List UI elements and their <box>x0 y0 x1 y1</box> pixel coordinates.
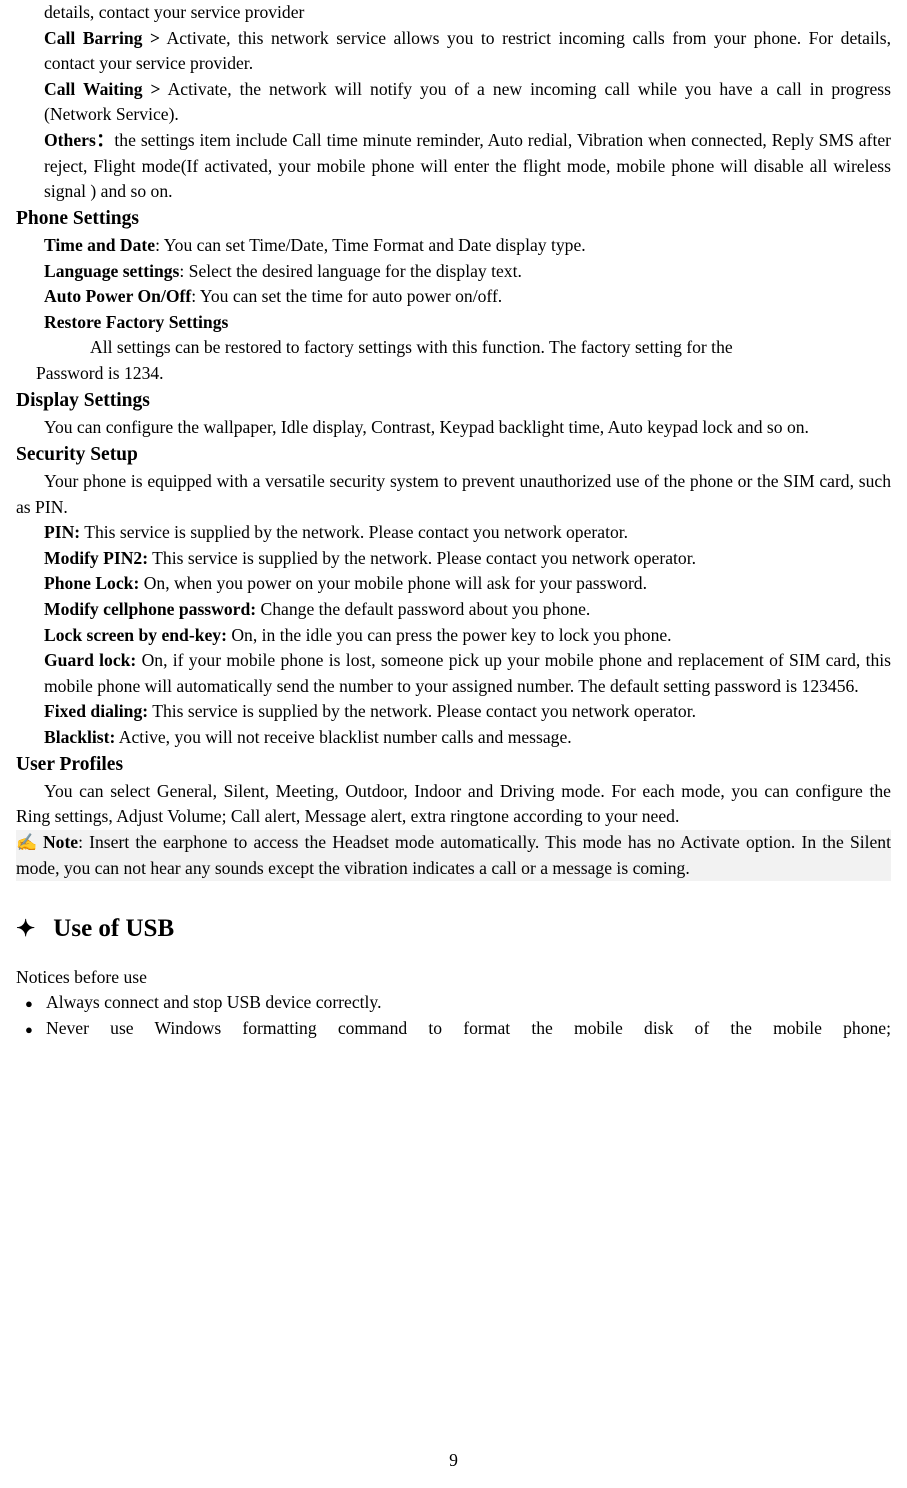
call-setting-item: Others：the settings item include Call ti… <box>16 128 891 205</box>
term-text: This service is supplied by the network.… <box>148 547 696 568</box>
term-label: Blacklist: <box>44 726 116 747</box>
pencil-note-icon: ✍ <box>16 833 39 853</box>
usb-bullet-text: Never use Windows formatting command to … <box>46 1017 891 1038</box>
user-profiles-body: You can select General, Silent, Meeting,… <box>16 780 891 827</box>
note-block: ✍ Note: Insert the earphone to access the… <box>16 830 891 882</box>
term-text: On, if your mobile phone is lost, someon… <box>44 650 892 696</box>
security-item: Lock screen by end-key: On, in the idle … <box>16 623 891 649</box>
phone-setting-item: Auto Power On/Off: You can set the time … <box>16 284 891 310</box>
term-label: Fixed dialing: <box>44 701 149 722</box>
term-label: Guard lock: <box>44 650 137 671</box>
round-bullet-icon: ● <box>25 996 33 1012</box>
term-text: Activate, the network will notify you of… <box>44 78 891 125</box>
term-label: Phone Lock: <box>44 573 140 594</box>
usb-intro: Notices before use <box>16 966 147 987</box>
term-text: On, when you power on your mobile phone … <box>139 573 648 594</box>
term-label: Modify PIN2: <box>44 547 149 568</box>
note-text: : Insert the earphone to access the Head… <box>16 832 891 878</box>
usb-section-heading-row: ✦ Use of USB <box>16 911 891 947</box>
usb-bullet-item: ● Always connect and stop USB device cor… <box>16 990 891 1016</box>
term-text: On, in the idle you can press the power … <box>226 624 672 645</box>
term-label: Time and Date <box>44 235 156 256</box>
phone-settings-heading: Phone Settings <box>16 207 139 229</box>
continued-line: details, contact your service provider <box>44 2 305 22</box>
document-page: details, contact your service provider C… <box>0 0 907 1488</box>
diamond-bullet-icon: ✦ <box>16 916 36 942</box>
term-label: Lock screen by end-key: <box>44 624 227 645</box>
security-setup-heading: Security Setup <box>16 443 138 465</box>
security-item: Guard lock: On, if your mobile phone is … <box>16 648 891 699</box>
term-label: Restore Factory Settings <box>44 311 229 332</box>
user-profiles-heading: User Profiles <box>16 753 124 775</box>
usb-section-heading: Use of USB <box>53 915 175 943</box>
term-text: : Select the desired language for the di… <box>179 260 522 281</box>
display-settings-body: You can configure the wallpaper, Idle di… <box>44 417 809 438</box>
term-label: Language settings <box>44 260 180 281</box>
usb-bullet-text: Always connect and stop USB device corre… <box>46 992 382 1013</box>
phone-setting-item: Time and Date: You can set Time/Date, Ti… <box>16 233 891 259</box>
term-label: Auto Power On/Off <box>44 286 192 307</box>
security-setup-body: Your phone is equipped with a versatile … <box>16 470 891 517</box>
call-setting-item: Call Waiting > Activate, the network wil… <box>16 77 891 128</box>
term-text: Change the default password about you ph… <box>256 598 591 619</box>
phone-setting-item: Restore Factory Settings <box>16 310 891 336</box>
term-text: the settings item include Call time minu… <box>44 129 892 202</box>
security-item: Fixed dialing: This service is supplied … <box>16 699 891 725</box>
security-item: Blacklist: Active, you will not receive … <box>16 725 891 751</box>
restore-body-line-1: All settings can be restored to factory … <box>90 337 733 358</box>
restore-body-line-2: Password is 1234. <box>36 363 164 384</box>
security-item: Phone Lock: On, when you power on your m… <box>16 571 891 597</box>
page-body: details, contact your service provider C… <box>16 0 891 1042</box>
display-settings-heading: Display Settings <box>16 389 150 411</box>
security-item: PIN: This service is supplied by the net… <box>16 520 891 546</box>
term-text: Active, you will not receive blacklist n… <box>115 726 572 747</box>
term-text: This service is supplied by the network.… <box>80 522 629 543</box>
usb-bullet-item: ● Never use Windows formatting command t… <box>16 1016 891 1042</box>
term-text: : You can set the time for auto power on… <box>191 286 503 307</box>
term-text: This service is supplied by the network.… <box>148 701 697 722</box>
term-label: Call Waiting > <box>44 78 161 99</box>
term-label: Call Barring > <box>44 27 160 48</box>
call-setting-item: Call Barring > Activate, this network se… <box>16 26 891 77</box>
term-label: Others： <box>44 129 115 150</box>
round-bullet-icon: ● <box>25 1021 33 1037</box>
term-text: Activate, this network service allows yo… <box>44 27 891 74</box>
page-number: 9 <box>449 1450 458 1471</box>
note-label: Note <box>42 832 79 853</box>
term-label: PIN: <box>44 522 81 543</box>
security-item: Modify PIN2: This service is supplied by… <box>16 546 891 572</box>
term-label: Modify cellphone password: <box>44 598 257 619</box>
phone-setting-item: Language settings: Select the desired la… <box>16 259 891 285</box>
term-text: : You can set Time/Date, Time Format and… <box>155 235 586 256</box>
security-item: Modify cellphone password: Change the de… <box>16 597 891 623</box>
